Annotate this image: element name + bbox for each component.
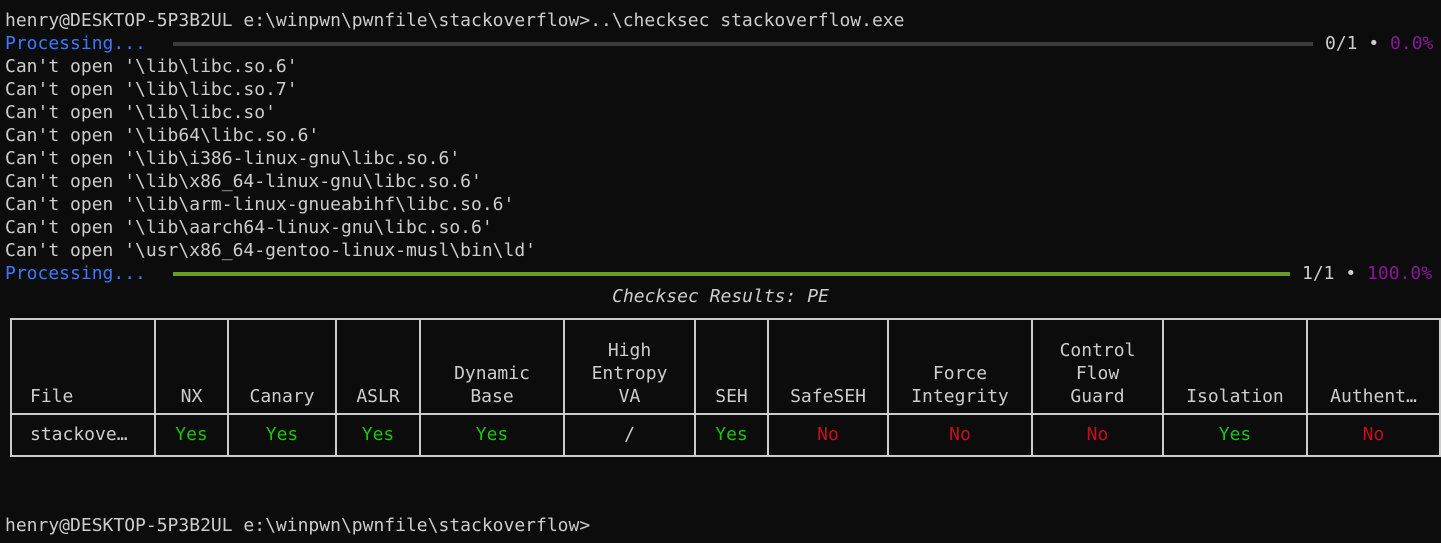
progress-count: 0/1 [1325,33,1358,54]
header-high-entropy-va: High Entropy VA [563,318,696,415]
cell-aslr: Yes [335,413,421,457]
header-file: File [10,318,156,415]
error-line: Can't open '\lib\arm-linux-gnueabihf\lib… [5,194,515,215]
progress-bar-fill [173,272,1290,276]
progress-count-text: 1/1 • 100.0% [1302,262,1432,285]
header-isolation: Isolation [1162,318,1308,415]
header-safeseh: SafeSEH [767,318,889,415]
header-control-flow-guard: Control Flow Guard [1031,318,1164,415]
results-title: Checksec Results: PE [612,286,829,307]
header-force-integrity: Force Integrity [887,318,1033,415]
error-line: Can't open '\lib\libc.so' [5,102,276,123]
cell-authenticode: No [1306,413,1441,457]
error-line: Can't open '\lib\i386-linux-gnu\libc.so.… [5,148,461,169]
progress-count-text: 0/1 • 0.0% [1325,32,1433,55]
bullet-separator: • [1368,33,1380,54]
cell-isolation: Yes [1162,413,1308,457]
progress-percent: 100.0% [1367,263,1433,284]
cell-canary: Yes [227,413,337,457]
error-line: Can't open '\lib64\libc.so.6' [5,125,320,146]
cell-force-integrity: No [887,413,1033,457]
error-line: Can't open '\lib\libc.so.6' [5,56,298,77]
cell-nx: Yes [154,413,229,457]
command-line: henry@DESKTOP-5P3B2UL e:\winpwn\pwnfile\… [5,10,905,31]
processing-label: Processing... [5,33,146,54]
progress-count: 1/1 [1302,263,1335,284]
progress-percent: 0.0% [1390,33,1434,54]
cell-control-flow-guard: No [1031,413,1164,457]
progress-line-2: Processing... 1/1 • 100.0% [0,262,1441,285]
cell-seh: Yes [694,413,769,457]
error-line: Can't open '\usr\x86_64-gentoo-linux-mus… [5,240,537,261]
final-prompt[interactable]: henry@DESKTOP-5P3B2UL e:\winpwn\pwnfile\… [5,514,590,537]
progress-bar-track [173,42,1313,46]
progress-line-1: Processing... 0/1 • 0.0% [0,32,1441,55]
error-line: Can't open '\lib\aarch64-linux-gnu\libc.… [5,217,493,238]
cell-safeseh: No [767,413,889,457]
header-authenticode: Authent… [1306,318,1441,415]
bullet-separator: • [1345,263,1357,284]
cell-dynamic-base: Yes [419,413,565,457]
header-canary: Canary [227,318,337,415]
header-dynamic-base: Dynamic Base [419,318,565,415]
error-line: Can't open '\lib\libc.so.7' [5,79,298,100]
checksec-results-table: File NX Canary ASLR Dynamic Base High En… [10,318,1441,457]
error-line: Can't open '\lib\x86_64-linux-gnu\libc.s… [5,171,482,192]
table-row: stackove… Yes Yes Yes Yes / Yes No No No… [10,413,1441,457]
header-aslr: ASLR [335,318,421,415]
header-nx: NX [154,318,229,415]
header-seh: SEH [694,318,769,415]
processing-label: Processing... [5,263,146,284]
cell-file: stackove… [10,413,156,457]
cell-high-entropy-va: / [563,413,696,457]
table-header-row: File NX Canary ASLR Dynamic Base High En… [10,318,1441,415]
